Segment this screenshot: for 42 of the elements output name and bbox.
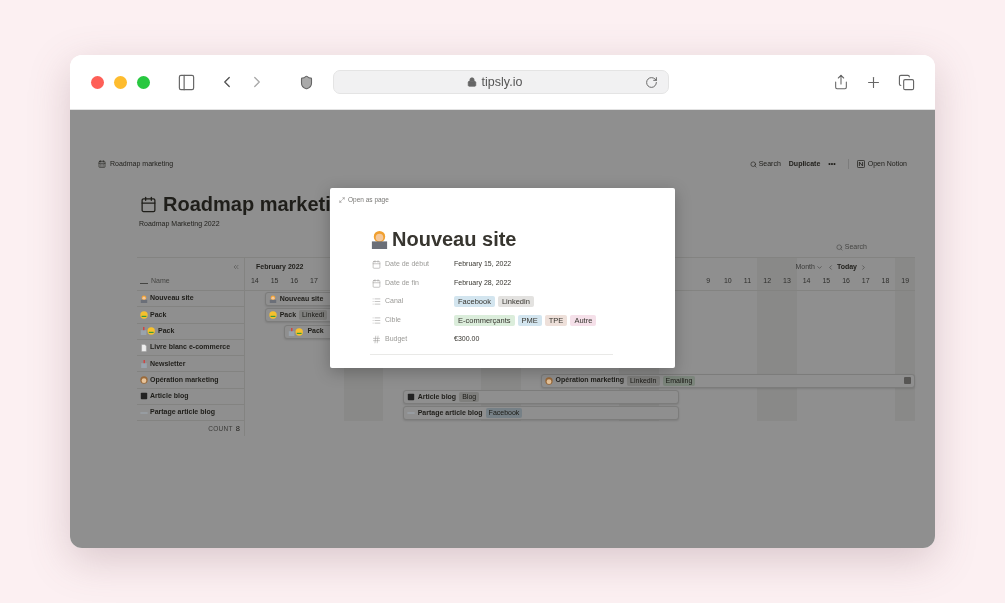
person-laptop-icon bbox=[140, 294, 148, 303]
close-button[interactable] bbox=[91, 75, 104, 89]
tabs-icon[interactable] bbox=[898, 73, 915, 91]
chevron-down-icon bbox=[815, 263, 823, 271]
logo-icon bbox=[856, 160, 865, 168]
minimize-button[interactable] bbox=[114, 75, 127, 89]
reload-icon[interactable] bbox=[645, 75, 658, 89]
monitor-icon bbox=[140, 392, 148, 401]
shield-icon[interactable] bbox=[299, 74, 314, 90]
collapse-icon[interactable] bbox=[232, 263, 240, 271]
next-icon[interactable] bbox=[860, 263, 867, 271]
share-icon[interactable] bbox=[833, 74, 849, 90]
hash-icon bbox=[372, 334, 381, 344]
smiley-icon bbox=[140, 310, 148, 319]
monkey-face-icon bbox=[544, 376, 553, 385]
maximize-button[interactable] bbox=[137, 75, 150, 89]
calendar-icon bbox=[372, 278, 381, 288]
search-icon bbox=[749, 160, 757, 168]
calendar-icon bbox=[98, 160, 106, 168]
lock-icon bbox=[466, 77, 477, 87]
modal-title: Nouveau site bbox=[392, 227, 517, 252]
smiley-icon bbox=[268, 311, 277, 320]
monitor-icon bbox=[406, 392, 415, 401]
expand-icon[interactable] bbox=[904, 377, 911, 385]
mailbox-smiley-icon bbox=[288, 327, 305, 336]
sidebar-icon[interactable] bbox=[177, 72, 196, 92]
person-laptop-icon bbox=[370, 229, 389, 249]
search-icon bbox=[835, 243, 843, 251]
document-icon bbox=[140, 343, 148, 352]
person-laptop-icon bbox=[268, 295, 277, 304]
url-text: tipsly.io bbox=[481, 73, 523, 91]
mailbox-icon bbox=[140, 359, 148, 368]
list-icon bbox=[372, 297, 381, 307]
address-bar[interactable]: tipsly.io bbox=[333, 70, 669, 94]
previous-icon[interactable] bbox=[826, 263, 834, 271]
list-icon bbox=[372, 315, 381, 325]
calendar-icon bbox=[372, 259, 381, 269]
monkey-face-icon bbox=[140, 376, 148, 385]
mailbox-smiley-icon bbox=[140, 327, 156, 336]
calendar-icon bbox=[140, 195, 157, 213]
page-title: Roadmap marketi bbox=[163, 192, 331, 216]
expand-arrows-icon bbox=[339, 196, 345, 203]
